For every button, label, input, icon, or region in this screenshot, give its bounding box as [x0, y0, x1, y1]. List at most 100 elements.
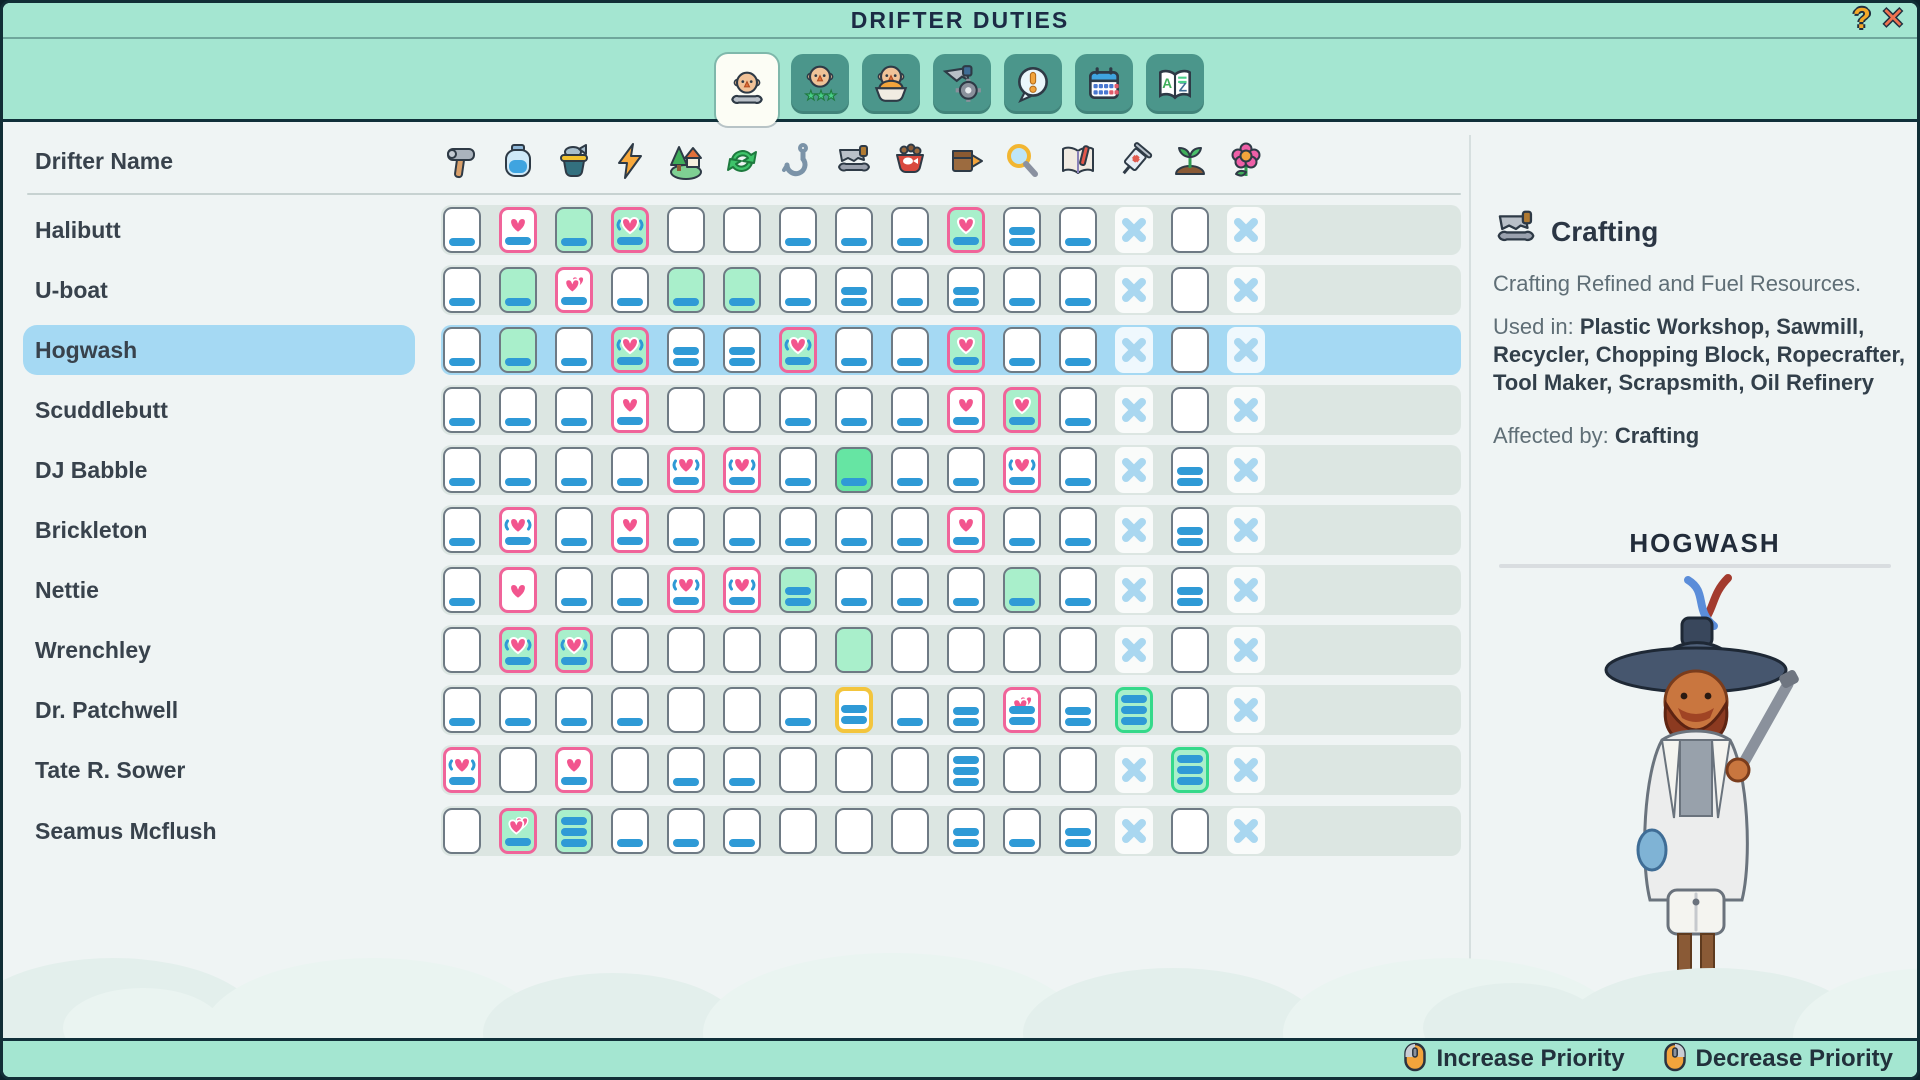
duty-cell[interactable]: [891, 327, 929, 373]
duty-cell[interactable]: [947, 507, 985, 553]
duty-cell[interactable]: [947, 387, 985, 433]
duty-cell[interactable]: [1003, 747, 1041, 793]
drifter-name-label[interactable]: Nettie: [35, 565, 99, 615]
duty-cell[interactable]: [611, 327, 649, 373]
duty-cell[interactable]: [443, 327, 481, 373]
duty-cell[interactable]: [779, 507, 817, 553]
duty-cell[interactable]: [667, 507, 705, 553]
duty-cell[interactable]: [667, 567, 705, 613]
duty-icon-watermaking[interactable]: [498, 141, 538, 181]
duty-cell[interactable]: [667, 267, 705, 313]
duty-cell[interactable]: [667, 687, 705, 733]
tab-encyclopedia[interactable]: AZ: [1146, 54, 1204, 114]
duty-cell[interactable]: [1003, 267, 1041, 313]
duty-cell[interactable]: [1171, 267, 1209, 313]
drifter-name-label[interactable]: Hogwash: [35, 325, 137, 375]
duty-cell[interactable]: [1171, 507, 1209, 553]
duty-cell[interactable]: [499, 687, 537, 733]
duty-cell[interactable]: [611, 387, 649, 433]
duty-cell[interactable]: [891, 507, 929, 553]
duty-cell[interactable]: [1003, 447, 1041, 493]
duty-cell[interactable]: [835, 747, 873, 793]
duty-cell[interactable]: [1003, 687, 1041, 733]
duty-cell[interactable]: [835, 267, 873, 313]
tab-skills[interactable]: ★★★: [791, 54, 849, 114]
duty-cell[interactable]: [555, 747, 593, 793]
duty-cell[interactable]: [443, 267, 481, 313]
duty-cell[interactable]: [1059, 627, 1097, 673]
duty-cell[interactable]: [499, 207, 537, 253]
duty-cell[interactable]: [555, 267, 593, 313]
duty-cell[interactable]: [611, 747, 649, 793]
duty-cell[interactable]: [555, 327, 593, 373]
duty-cell[interactable]: [1059, 387, 1097, 433]
duty-cell[interactable]: [1171, 327, 1209, 373]
duty-cell[interactable]: [443, 207, 481, 253]
duty-cell[interactable]: [1171, 627, 1209, 673]
duty-cell[interactable]: [443, 747, 481, 793]
duty-cell[interactable]: [1115, 687, 1153, 733]
drifter-name-label[interactable]: DJ Babble: [35, 445, 147, 495]
duty-icon-crafting[interactable]: [834, 141, 874, 181]
duty-icon-medical[interactable]: [1114, 141, 1154, 181]
duty-icon-animal-care[interactable]: [890, 141, 930, 181]
duty-cell[interactable]: [499, 567, 537, 613]
duty-cell[interactable]: [1059, 327, 1097, 373]
duty-icon-research[interactable]: [1058, 141, 1098, 181]
duty-cell[interactable]: [891, 447, 929, 493]
duty-cell[interactable]: [1171, 447, 1209, 493]
duty-cell[interactable]: [891, 567, 929, 613]
duty-cell[interactable]: [891, 387, 929, 433]
duty-cell[interactable]: [947, 567, 985, 613]
duty-cell[interactable]: [499, 507, 537, 553]
duty-cell[interactable]: [1003, 387, 1041, 433]
tab-food[interactable]: [862, 54, 920, 114]
duty-cell[interactable]: [1003, 627, 1041, 673]
duty-cell[interactable]: [555, 207, 593, 253]
duty-icon-cooking[interactable]: [554, 141, 594, 181]
duty-icon-hauling[interactable]: [946, 141, 986, 181]
duty-cell[interactable]: [1003, 207, 1041, 253]
duty-cell[interactable]: [1059, 507, 1097, 553]
tab-duties[interactable]: [716, 54, 778, 126]
duty-cell[interactable]: [667, 387, 705, 433]
duty-cell[interactable]: [835, 507, 873, 553]
duty-cell[interactable]: [611, 267, 649, 313]
duty-cell[interactable]: [499, 267, 537, 313]
duty-cell[interactable]: [723, 387, 761, 433]
duty-cell[interactable]: [499, 387, 537, 433]
duty-cell[interactable]: [1171, 207, 1209, 253]
duty-cell[interactable]: [779, 627, 817, 673]
duty-cell[interactable]: [611, 627, 649, 673]
drifter-name-label[interactable]: Brickleton: [35, 505, 147, 555]
drifter-name-label[interactable]: Scuddlebutt: [35, 385, 168, 435]
duty-cell[interactable]: [723, 207, 761, 253]
duty-cell[interactable]: [1171, 387, 1209, 433]
drifter-name-label[interactable]: U-boat: [35, 265, 108, 315]
duty-cell[interactable]: [1171, 567, 1209, 613]
duty-cell[interactable]: [835, 627, 873, 673]
duty-cell[interactable]: [1171, 808, 1209, 854]
duty-cell[interactable]: [835, 327, 873, 373]
duty-cell[interactable]: [611, 567, 649, 613]
duty-cell[interactable]: [835, 387, 873, 433]
duty-cell[interactable]: [1003, 327, 1041, 373]
duty-cell[interactable]: [443, 507, 481, 553]
duty-cell[interactable]: [667, 808, 705, 854]
duty-cell[interactable]: [835, 447, 873, 493]
duty-cell[interactable]: [723, 327, 761, 373]
duty-cell[interactable]: [723, 267, 761, 313]
tab-production[interactable]: [933, 54, 991, 114]
duty-cell[interactable]: [611, 207, 649, 253]
duty-cell[interactable]: [723, 747, 761, 793]
duty-cell[interactable]: [443, 687, 481, 733]
duty-cell[interactable]: [555, 627, 593, 673]
duty-cell[interactable]: [891, 627, 929, 673]
duty-icon-farming[interactable]: [1170, 141, 1210, 181]
close-icon[interactable]: ✕: [1881, 1, 1905, 37]
drifter-name-label[interactable]: Wrenchley: [35, 625, 151, 675]
duty-cell[interactable]: [1003, 808, 1041, 854]
duty-cell[interactable]: [667, 327, 705, 373]
duty-cell[interactable]: [499, 627, 537, 673]
duty-cell[interactable]: [723, 507, 761, 553]
